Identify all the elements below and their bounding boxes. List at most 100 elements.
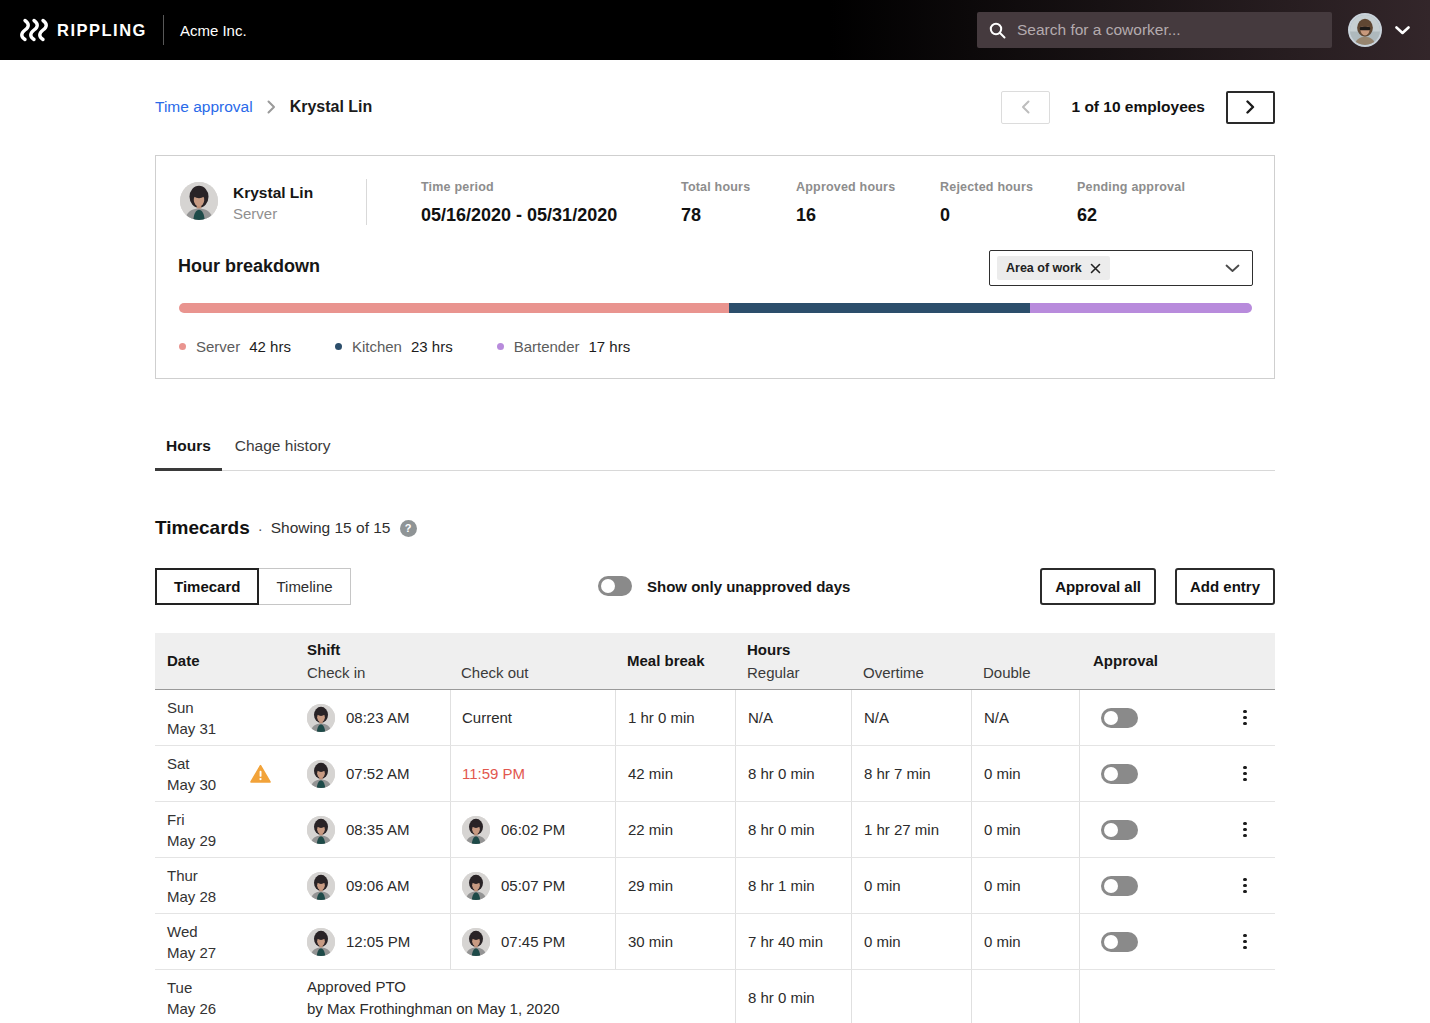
- kebab-menu-icon[interactable]: [1243, 822, 1247, 838]
- checkout-cell: 05:07 PM: [450, 858, 615, 913]
- table-row: SunMay 3108:23 AMCurrent1 hr 0 minN/AN/A…: [155, 690, 1275, 746]
- legend-name: Kitchen: [352, 338, 402, 355]
- employee-pager: 1 of 10 employees: [1001, 91, 1275, 124]
- overtime-cell: N/A: [851, 690, 971, 745]
- breadcrumb-current: Krystal Lin: [290, 98, 373, 116]
- stat-value: 62: [1077, 205, 1185, 226]
- account-chevron-down-icon[interactable]: [1395, 26, 1410, 35]
- overtime-cell: 0 min: [851, 858, 971, 913]
- kebab-menu-icon[interactable]: [1243, 710, 1247, 726]
- view-switcher: TimecardTimeline: [155, 568, 351, 605]
- warning-icon[interactable]: [250, 764, 271, 783]
- day-label: Fri: [167, 809, 216, 830]
- column-header: Approval: [1079, 633, 1215, 689]
- column-header: Check out: [450, 633, 615, 689]
- approval-toggle[interactable]: [1101, 708, 1138, 728]
- area-of-work-select[interactable]: Area of work: [989, 250, 1253, 286]
- double-cell: 0 min: [971, 858, 1079, 913]
- approval-all-button[interactable]: Approval all: [1040, 568, 1156, 605]
- legend-name: Bartender: [514, 338, 580, 355]
- stat-label: Approved hours: [796, 180, 940, 195]
- column-header: Date: [155, 633, 305, 689]
- checkout-cell: 11:59 PM: [450, 746, 615, 801]
- stat-value: 0: [940, 205, 1077, 226]
- bar-segment-kitchen: [729, 303, 1030, 313]
- kebab-menu-icon[interactable]: [1243, 766, 1247, 782]
- date-label: May 27: [167, 942, 216, 963]
- date-label: May 29: [167, 830, 216, 851]
- legend-dot: [335, 343, 342, 350]
- approval-toggle[interactable]: [1101, 932, 1138, 952]
- overtime-cell: 1 hr 27 min: [851, 802, 971, 857]
- remove-filter-icon[interactable]: [1090, 263, 1101, 274]
- approval-cell: [1079, 914, 1215, 969]
- approval-toggle[interactable]: [1101, 820, 1138, 840]
- view-timeline-button[interactable]: Timeline: [258, 568, 350, 605]
- user-avatar[interactable]: [1348, 13, 1382, 47]
- hour-breakdown-title: Hour breakdown: [178, 256, 320, 277]
- time-value: Current: [462, 709, 512, 726]
- stat-label: Time period: [421, 180, 681, 195]
- stat: Pending approval 62: [1077, 180, 1185, 226]
- coworker-search-input[interactable]: Search for a coworker...: [977, 12, 1332, 48]
- meal-cell: 22 min: [615, 802, 735, 857]
- time-value: 07:52 AM: [346, 765, 409, 782]
- stats: Time period05/16/2020 - 05/31/2020Total …: [421, 180, 1185, 226]
- show-unapproved-toggle[interactable]: [598, 576, 632, 596]
- overtime-cell: [851, 970, 971, 1023]
- select-chevron-down-icon: [1225, 264, 1240, 273]
- employee-avatar: [462, 872, 490, 900]
- employee-avatar: [462, 928, 490, 956]
- time-value: 07:45 PM: [501, 933, 565, 950]
- legend-item: Server42 hrs: [179, 338, 291, 355]
- bar-segment-bartender: [1030, 303, 1252, 313]
- approval-toggle[interactable]: [1101, 876, 1138, 896]
- checkin-cell: 07:52 AM: [305, 746, 450, 801]
- meal-cell: 1 hr 0 min: [615, 690, 735, 745]
- add-entry-button[interactable]: Add entry: [1175, 568, 1275, 605]
- tab-chage-history[interactable]: Chage history: [224, 437, 342, 471]
- regular-cell: 8 hr 1 min: [735, 858, 851, 913]
- double-cell: 0 min: [971, 802, 1079, 857]
- next-employee-button[interactable]: [1226, 91, 1275, 124]
- checkout-cell: Current: [450, 690, 615, 745]
- stat: Time period05/16/2020 - 05/31/2020: [421, 180, 681, 226]
- view-timecard-button[interactable]: Timecard: [155, 568, 259, 605]
- legend-dot: [179, 343, 186, 350]
- timecards-separator: ·: [258, 520, 263, 537]
- menu-cell: [1215, 690, 1275, 745]
- stat-label: Rejected hours: [940, 180, 1077, 195]
- time-value: 05:07 PM: [501, 877, 565, 894]
- checkin-cell: 12:05 PM: [305, 914, 450, 969]
- employee-role: Server: [233, 203, 366, 224]
- checkout-cell: 06:02 PM: [450, 802, 615, 857]
- table-body: SunMay 3108:23 AMCurrent1 hr 0 minN/AN/A…: [155, 690, 1275, 1023]
- topbar-right: Search for a coworker...: [977, 12, 1410, 48]
- day-label: Wed: [167, 921, 216, 942]
- actions: Approval all Add entry: [1040, 568, 1275, 605]
- vertical-divider: [366, 179, 367, 225]
- search-placeholder: Search for a coworker...: [1017, 21, 1181, 39]
- regular-cell: 8 hr 0 min: [735, 802, 851, 857]
- date-cell: WedMay 27: [155, 914, 305, 969]
- kebab-menu-icon[interactable]: [1243, 878, 1247, 894]
- tab-hours[interactable]: Hours: [155, 437, 222, 471]
- kebab-menu-icon[interactable]: [1243, 934, 1247, 950]
- legend-name: Server: [196, 338, 240, 355]
- unapproved-toggle-group: Show only unapproved days: [598, 576, 850, 596]
- stat-label: Pending approval: [1077, 180, 1185, 195]
- table-row: FriMay 2908:35 AM06:02 PM22 min8 hr 0 mi…: [155, 802, 1275, 858]
- approval-toggle[interactable]: [1101, 764, 1138, 784]
- column-header: Meal break: [615, 633, 735, 689]
- prev-employee-button[interactable]: [1001, 91, 1050, 124]
- table-row: ThurMay 2809:06 AM05:07 PM29 min8 hr 1 m…: [155, 858, 1275, 914]
- meal-cell: 30 min: [615, 914, 735, 969]
- breadcrumb-row: Time approval Krystal Lin 1 of 10 employ…: [155, 90, 1275, 124]
- legend-value: 17 hrs: [589, 338, 631, 355]
- employee-avatar: [307, 816, 335, 844]
- show-unapproved-label: Show only unapproved days: [647, 578, 850, 595]
- help-icon[interactable]: ?: [400, 520, 417, 537]
- breadcrumb-time-approval-link[interactable]: Time approval: [155, 98, 253, 116]
- overtime-cell: 0 min: [851, 914, 971, 969]
- menu-cell: [1215, 746, 1275, 801]
